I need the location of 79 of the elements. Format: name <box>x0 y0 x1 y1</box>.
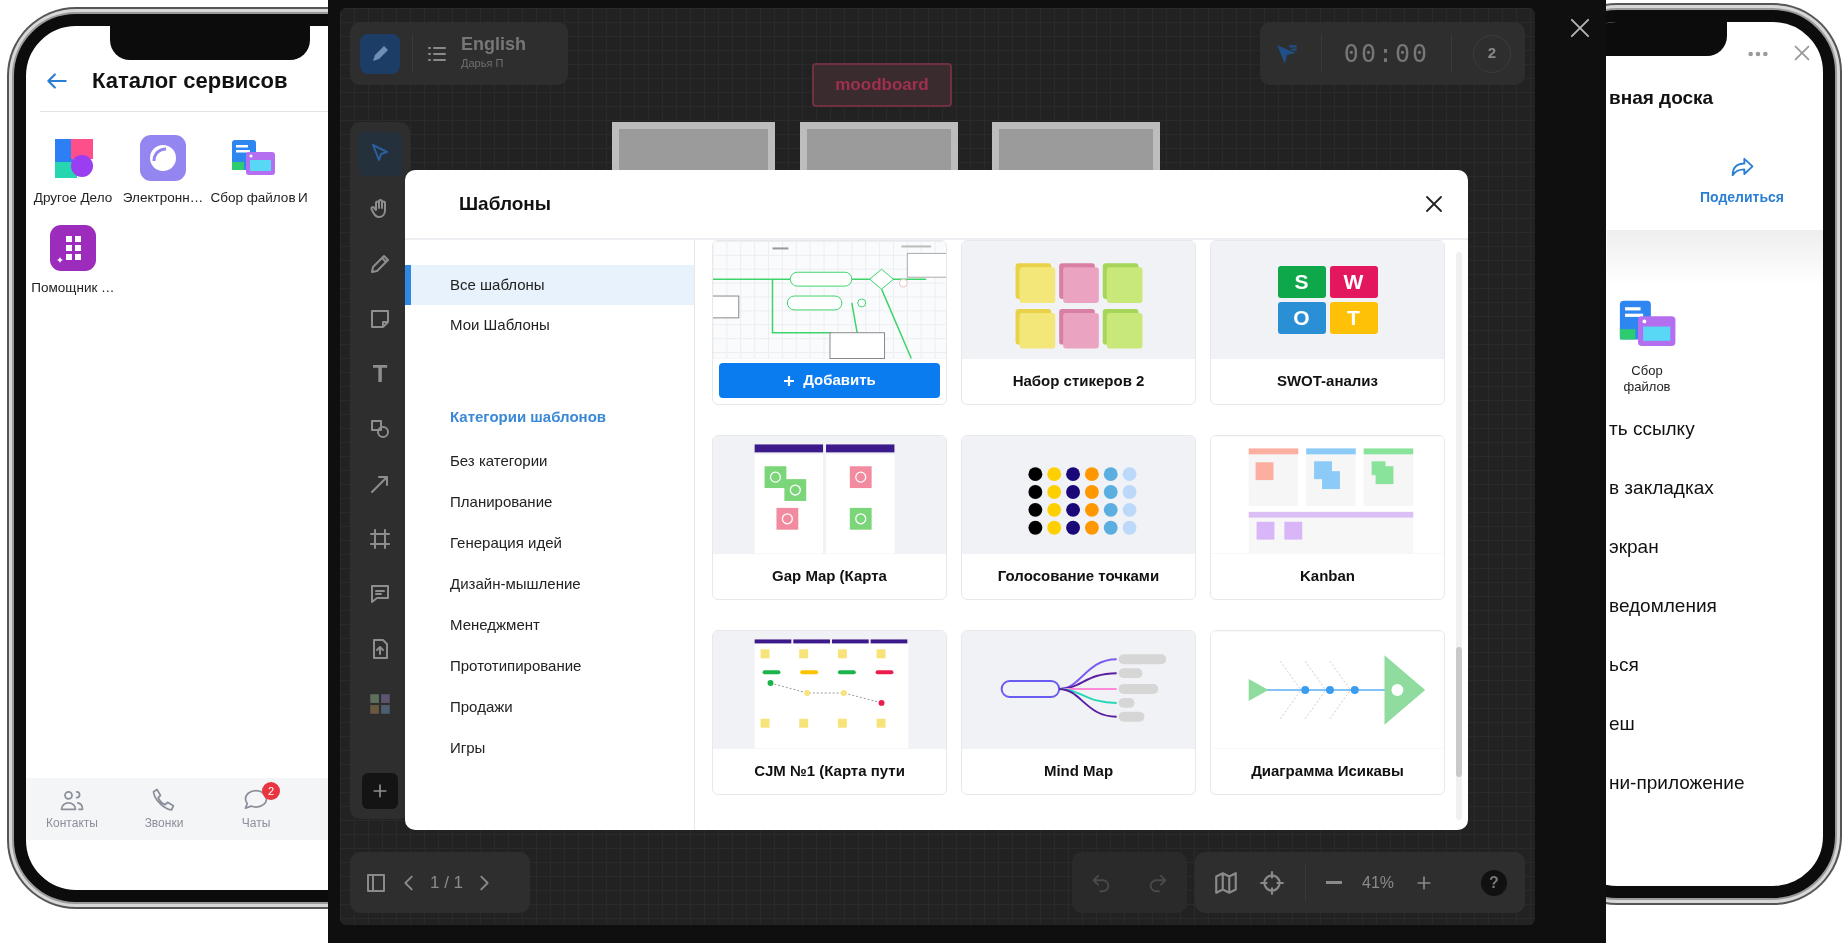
shapes-icon <box>368 417 392 441</box>
screen-title: Каталог сервисов <box>92 67 288 95</box>
category-item[interactable]: Игры <box>405 729 694 765</box>
menu-item[interactable]: ведомления <box>1607 575 1823 635</box>
add-button[interactable]: Добавить <box>719 363 940 398</box>
template-title: Gap Map (Карта <box>771 566 888 587</box>
grid-logo-icon[interactable] <box>49 224 97 273</box>
center-button[interactable] <box>1259 869 1285 896</box>
nav-item[interactable]: Мои Шаблоны <box>405 305 694 345</box>
template-title: CJM №1 (Карта пути <box>753 761 906 782</box>
category-item[interactable]: Прототипирование <box>405 647 694 683</box>
category-item[interactable]: Продажи <box>405 688 694 724</box>
timer-display: 00:00 <box>1343 37 1430 70</box>
nav-item[interactable]: Все шаблоны <box>405 265 694 305</box>
template-card[interactable]: Gap Map (Карта <box>712 435 947 600</box>
template-card[interactable]: Диаграмма Исикавы <box>1210 630 1445 795</box>
text-tool-button[interactable]: T <box>358 352 402 396</box>
category-item[interactable]: Генерация идей <box>405 524 694 560</box>
category-item[interactable]: Дизайн-мышление <box>405 565 694 601</box>
swot-tile: W <box>1329 266 1378 298</box>
add-tool-button[interactable] <box>362 773 398 809</box>
frame-icon <box>368 527 392 551</box>
app-label: Электронн… <box>122 189 204 207</box>
unread-count: 2 <box>262 782 280 800</box>
template-title: Kanban <box>1299 566 1356 587</box>
swot-tile: T <box>1329 302 1378 334</box>
board-owner: Дарья П <box>461 56 505 72</box>
app-label: Сбор файлов <box>1622 362 1672 397</box>
template-title: Набор стикеров 2 <box>1011 371 1146 392</box>
tiles-icon <box>367 691 393 717</box>
menu-item[interactable]: в закладках <box>1607 457 1823 517</box>
pointer-tool-button[interactable] <box>358 132 402 176</box>
more-icon[interactable] <box>1747 50 1769 58</box>
template-card[interactable]: Набор стикеров 2 <box>961 240 1196 405</box>
template-title: Голосование точками <box>996 566 1161 587</box>
tab-bar-item[interactable]: Чаты 2 <box>210 778 302 840</box>
dialog-title: Шаблоны <box>459 191 552 216</box>
app-logo-icon <box>360 33 400 74</box>
menu-item[interactable]: экран <box>1607 516 1823 576</box>
template-title: Диаграмма Исикавы <box>1250 761 1405 782</box>
app-label: Другое Дело <box>33 189 113 207</box>
template-card[interactable]: CJM №1 (Карта пути <box>712 630 947 795</box>
template-card[interactable]: Добавить <box>712 240 947 405</box>
board-title: English <box>461 35 526 56</box>
scrollbar-thumb[interactable] <box>1456 647 1462 777</box>
sticky-note-icon <box>368 307 392 331</box>
comment-icon <box>368 582 392 606</box>
menu-item[interactable]: ься <box>1607 634 1823 694</box>
crosshair-icon <box>1259 869 1285 896</box>
screen-title: вная доска <box>1608 86 1714 110</box>
swot-tile: O <box>1277 302 1326 334</box>
map-icon <box>1213 869 1239 896</box>
share-button[interactable]: Поделиться <box>1697 152 1787 208</box>
category-item[interactable]: Менеджмент <box>405 606 694 642</box>
pencil-icon <box>368 252 392 276</box>
menu-item[interactable]: еш <box>1607 693 1823 753</box>
map-button[interactable] <box>1213 869 1239 896</box>
template-card[interactable]: Mind Map <box>961 630 1196 795</box>
template-card[interactable]: Голосование точками <box>961 435 1196 600</box>
section-heading: Категории шаблонов <box>449 407 608 427</box>
category-item[interactable]: Без категории <box>405 442 694 478</box>
app-label: И <box>298 189 308 207</box>
template-card[interactable]: S W O T SWOT-анализ <box>1210 240 1445 405</box>
app-label: Сбор файлов <box>210 189 296 207</box>
template-title: Mind Map <box>1042 761 1115 782</box>
sphere-logo-icon[interactable] <box>139 134 187 182</box>
app-label: Помощник … <box>31 279 115 298</box>
page-indicator: 1 / 1 <box>430 871 464 894</box>
board-label: moodboard <box>812 63 952 107</box>
swot-tile: S <box>1277 266 1326 298</box>
menu-item[interactable]: ть ссылку <box>1607 398 1823 458</box>
template-title: SWOT-анализ <box>1275 371 1380 392</box>
category-item[interactable]: Планирование <box>405 483 694 519</box>
zoom-level: 41% <box>1362 872 1395 893</box>
help-button[interactable]: ? <box>1481 869 1507 896</box>
template-card[interactable]: Kanban <box>1210 435 1445 600</box>
menu-item[interactable]: ни-приложение <box>1607 752 1823 812</box>
minus-icon <box>1326 881 1342 884</box>
plus-icon <box>783 374 796 387</box>
